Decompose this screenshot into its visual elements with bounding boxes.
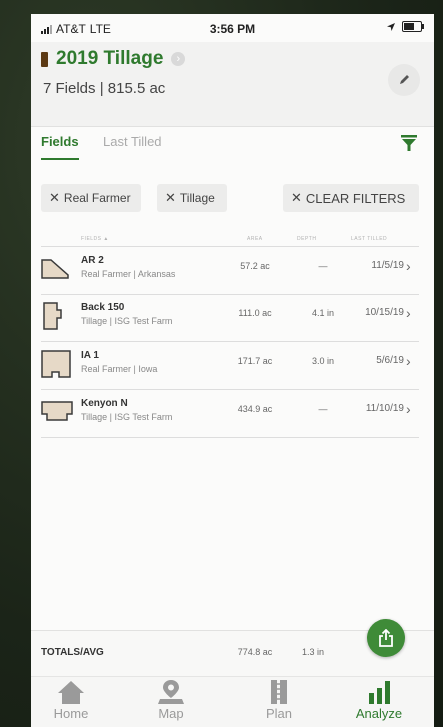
- share-button[interactable]: [367, 619, 405, 657]
- tab-last-tilled[interactable]: Last Tilled: [103, 134, 162, 149]
- totals-area: 774.8 ac: [237, 647, 273, 657]
- chevron-right-icon: ›: [406, 258, 411, 274]
- chevron-right-icon: ›: [406, 353, 411, 369]
- remove-filter-icon[interactable]: ✕: [49, 190, 60, 206]
- column-header-depth[interactable]: DEPTH: [297, 236, 316, 242]
- field-meta: Tillage | ISG Test Farm: [81, 316, 173, 326]
- clear-filters-label: CLEAR FILTERS: [305, 190, 406, 206]
- app-screen: AT&T LTE 3:56 PM 2019 Tillage › 7 Fields…: [31, 14, 434, 727]
- tab-fields[interactable]: Fields: [41, 134, 79, 149]
- status-bar: AT&T LTE 3:56 PM: [31, 14, 434, 42]
- remove-filter-icon[interactable]: ✕: [165, 190, 176, 206]
- field-shape-ia1-icon: [41, 350, 71, 378]
- nav-label: Home: [53, 706, 89, 721]
- table-row[interactable]: Kenyon N Tillage | ISG Test Farm 434.9 a…: [41, 390, 419, 438]
- field-meta: Real Farmer | Arkansas: [81, 269, 176, 279]
- tab-bar: Fields Last Tilled: [31, 128, 434, 160]
- field-area: 171.7 ac: [237, 356, 273, 366]
- field-name: AR 2: [81, 255, 104, 266]
- page-header: 2019 Tillage › 7 Fields | 815.5 ac: [31, 42, 434, 127]
- chevron-right-icon: ›: [406, 401, 411, 417]
- page-subtitle: 7 Fields | 815.5 ac: [43, 80, 166, 97]
- nav-label: Map: [158, 706, 184, 721]
- table-row[interactable]: IA 1 Real Farmer | Iowa 171.7 ac 3.0 in …: [41, 342, 419, 390]
- share-icon: [379, 629, 393, 647]
- nav-analyze[interactable]: Analyze: [339, 679, 419, 721]
- plan-icon: [271, 680, 287, 704]
- column-header-area[interactable]: AREA: [247, 236, 263, 242]
- column-header-fields[interactable]: FIELDS ▲: [81, 236, 109, 242]
- nav-home[interactable]: Home: [31, 679, 111, 721]
- field-last-tilled: 11/5/19: [371, 260, 404, 271]
- clear-filters-button[interactable]: ✕ CLEAR FILTERS: [283, 184, 419, 212]
- title-chevron-icon[interactable]: ›: [171, 52, 186, 66]
- field-area: 57.2 ac: [240, 261, 270, 271]
- pencil-icon: [400, 75, 409, 84]
- field-last-tilled: 11/10/19: [365, 403, 404, 414]
- field-last-tilled: 5/6/19: [376, 355, 404, 366]
- map-pin-icon: [158, 680, 184, 704]
- field-depth: 3.0 in: [311, 356, 335, 366]
- nav-label: Analyze: [355, 706, 403, 721]
- field-shape-kenyon-icon: [41, 401, 73, 421]
- field-depth: 4.1 in: [311, 308, 335, 318]
- bottom-nav: Home Map Plan Analyze: [31, 676, 434, 727]
- field-area: 434.9 ac: [237, 404, 273, 414]
- field-last-tilled: 10/15/19: [365, 307, 404, 318]
- chevron-right-icon: ›: [406, 305, 411, 321]
- table-row[interactable]: Back 150 Tillage | ISG Test Farm 111.0 a…: [41, 294, 419, 342]
- field-depth: —: [318, 404, 328, 414]
- nav-map[interactable]: Map: [131, 679, 211, 721]
- location-icon: [387, 22, 395, 31]
- nav-label: Plan: [265, 706, 293, 721]
- field-area: 111.0 ac: [238, 308, 272, 318]
- clock: 3:56 PM: [209, 22, 256, 36]
- battery-icon: [402, 21, 424, 32]
- season-tag-icon: [41, 51, 48, 67]
- field-shape-back150-icon: [43, 302, 62, 330]
- totals-label: TOTALS/AVG: [41, 647, 104, 658]
- page-title[interactable]: 2019 Tillage: [56, 48, 163, 70]
- filter-chip-label: Real Farmer: [63, 191, 131, 205]
- nav-plan[interactable]: Plan: [239, 679, 319, 721]
- bar-chart-icon: [369, 681, 390, 704]
- field-meta: Real Farmer | Iowa: [81, 364, 158, 374]
- table-row[interactable]: AR 2 Real Farmer | Arkansas 57.2 ac — 11…: [41, 246, 419, 295]
- field-shape-ar2-icon: [41, 259, 69, 279]
- filter-chip-label: Tillage: [179, 191, 215, 205]
- edit-button[interactable]: [388, 64, 420, 96]
- field-meta: Tillage | ISG Test Farm: [81, 412, 173, 422]
- column-header-last-tilled[interactable]: LAST TILLED: [351, 236, 387, 242]
- field-name: Kenyon N: [81, 398, 128, 409]
- field-name: Back 150: [81, 302, 125, 313]
- totals-bar: TOTALS/AVG 774.8 ac 1.3 in: [31, 619, 434, 677]
- active-tab-indicator: [41, 158, 79, 160]
- filter-chip-real-farmer[interactable]: ✕ Real Farmer: [41, 184, 141, 212]
- filter-icon[interactable]: [398, 132, 420, 154]
- home-icon: [58, 681, 84, 704]
- clear-icon: ✕: [291, 190, 302, 205]
- column-header-label: FIELDS: [81, 236, 102, 242]
- filter-chip-tillage[interactable]: ✕ Tillage: [157, 184, 227, 212]
- field-name: IA 1: [81, 350, 99, 361]
- totals-depth: 1.3 in: [301, 647, 325, 657]
- field-depth: —: [318, 261, 328, 271]
